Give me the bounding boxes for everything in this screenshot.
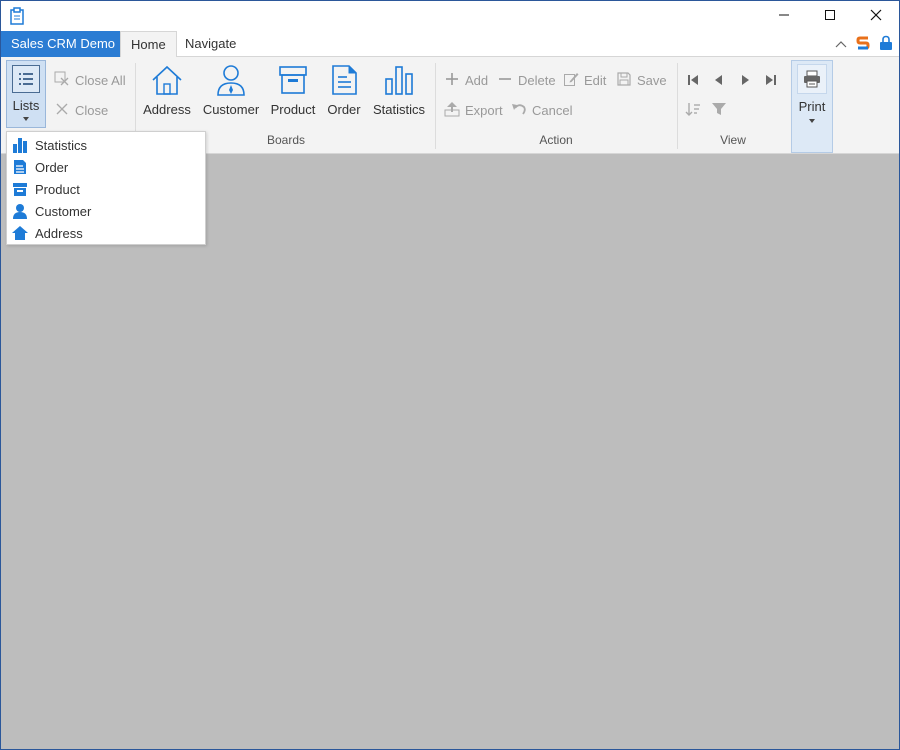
user-icon [11, 202, 29, 220]
order-board-button[interactable]: Order [323, 60, 365, 128]
view-group-label: View [720, 133, 746, 147]
print-button[interactable]: Print [791, 60, 833, 153]
customer-board-button[interactable]: Customer [201, 60, 261, 128]
address-board-button[interactable]: Address [141, 60, 193, 128]
dropdown-item-order[interactable]: Order [7, 156, 205, 178]
dropdown-item-label: Customer [35, 203, 92, 219]
sort-icon[interactable] [685, 101, 701, 117]
close-window-button[interactable] [853, 1, 899, 31]
close-icon [870, 9, 882, 24]
lists-label: Lists [12, 98, 40, 113]
lists-dropdown-menu: Statistics Order Product Customer Addres… [6, 131, 206, 245]
printer-icon [797, 64, 827, 94]
close-all-label: Close All [75, 72, 126, 88]
delete-label: Delete [518, 72, 556, 88]
lists-button[interactable]: Lists [6, 60, 46, 128]
tabs-right-tools [835, 35, 893, 54]
maximize-icon [824, 9, 836, 24]
add-label: Add [465, 72, 489, 88]
order-label: Order [327, 102, 361, 117]
chevron-down-icon [809, 119, 815, 123]
product-label: Product [270, 102, 316, 117]
collapse-ribbon-icon[interactable] [835, 37, 847, 52]
first-record-icon[interactable] [685, 72, 701, 88]
close-button[interactable]: Close [54, 99, 108, 121]
filter-icon[interactable] [711, 101, 727, 117]
close-all-button[interactable]: Close All [54, 69, 126, 91]
tab-navigate[interactable]: Navigate [175, 31, 246, 58]
dropdown-item-label: Order [35, 159, 69, 175]
address-label: Address [143, 102, 191, 117]
brand-logo-icon [855, 35, 871, 54]
ribbon-tabs: Sales CRM Demo Home Navigate [1, 31, 899, 58]
bar-chart-icon [381, 62, 417, 98]
dropdown-item-label: Statistics [35, 137, 88, 153]
title-bar [1, 1, 899, 31]
close-x-icon [54, 101, 70, 120]
minimize-icon [778, 9, 790, 24]
edit-label: Edit [584, 72, 607, 88]
delete-button[interactable]: Delete [497, 69, 556, 91]
save-button[interactable]: Save [616, 69, 667, 91]
export-label: Export [465, 102, 503, 118]
product-board-button[interactable]: Product [267, 60, 319, 128]
chevron-down-icon [23, 117, 29, 121]
customer-label: Customer [202, 102, 260, 117]
app-menu-tab[interactable]: Sales CRM Demo [1, 31, 126, 57]
box-icon [275, 62, 311, 98]
house-icon [11, 224, 29, 242]
close-all-icon [54, 71, 70, 90]
floppy-icon [616, 71, 632, 90]
dropdown-item-label: Address [35, 225, 83, 241]
next-record-icon[interactable] [737, 72, 753, 88]
maximize-button[interactable] [807, 1, 853, 31]
tab-home[interactable]: Home [120, 31, 177, 58]
minimize-button[interactable] [761, 1, 807, 31]
user-icon [213, 62, 249, 98]
dropdown-item-customer[interactable]: Customer [7, 200, 205, 222]
lock-icon[interactable] [879, 35, 893, 54]
cancel-label: Cancel [532, 102, 573, 118]
cancel-button[interactable]: Cancel [511, 99, 572, 121]
pencil-icon [563, 71, 579, 90]
app-window: Sales CRM Demo Home Navigate Lists Close… [0, 0, 900, 750]
last-record-icon[interactable] [763, 72, 779, 88]
house-icon [149, 62, 185, 98]
undo-icon [511, 101, 527, 120]
save-label: Save [637, 72, 667, 88]
document-icon [326, 62, 362, 98]
bar-chart-icon [11, 136, 29, 154]
group-separator [677, 63, 678, 149]
previous-record-icon[interactable] [711, 72, 727, 88]
print-label: Print [798, 99, 826, 114]
minus-icon [497, 71, 513, 90]
action-group-label: Action [539, 133, 573, 147]
document-icon [11, 158, 29, 176]
box-icon [11, 180, 29, 198]
export-icon [444, 101, 460, 120]
dropdown-item-address[interactable]: Address [7, 222, 205, 244]
dropdown-item-statistics[interactable]: Statistics [7, 134, 205, 156]
group-separator [435, 63, 436, 149]
boards-group-label: Boards [266, 133, 306, 147]
statistics-board-button[interactable]: Statistics [369, 60, 429, 128]
dropdown-item-product[interactable]: Product [7, 178, 205, 200]
close-label: Close [75, 102, 109, 118]
plus-icon [444, 71, 460, 90]
statistics-label: Statistics [372, 102, 425, 117]
add-button[interactable]: Add [444, 69, 488, 91]
dropdown-item-label: Product [35, 181, 80, 197]
list-icon [12, 65, 40, 93]
export-button[interactable]: Export [444, 99, 503, 121]
clipboard-icon [9, 7, 25, 25]
edit-button[interactable]: Edit [563, 69, 606, 91]
